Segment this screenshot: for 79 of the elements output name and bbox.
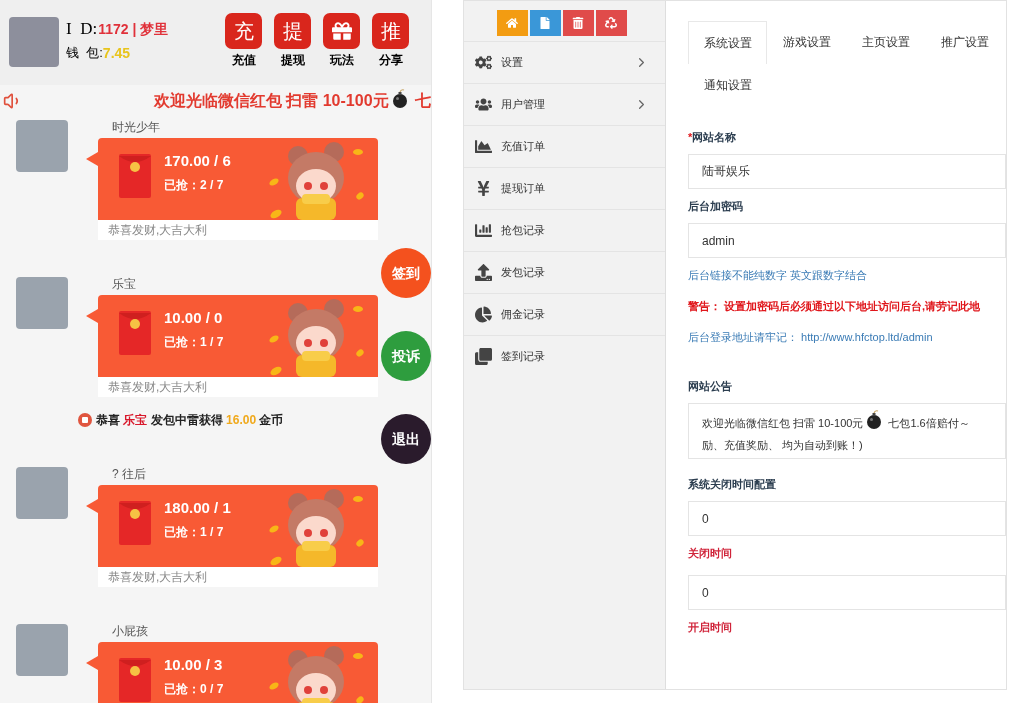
help-text: 开启时间 <box>688 620 733 635</box>
gears-icon <box>474 54 492 71</box>
envelope-icon <box>119 501 151 545</box>
home-button[interactable] <box>496 10 528 36</box>
required-mark: * <box>688 129 693 145</box>
wallet-label: 钱 包: <box>66 44 103 63</box>
grab-count: 已抢：1 / 7 <box>164 334 224 350</box>
help-text: 警告： 设置加密码后必须通过以下地址访问后台,请劳记此地 <box>688 299 982 314</box>
settings-tab[interactable]: 系统设置 <box>688 21 767 64</box>
id-label: I D: <box>66 18 98 41</box>
trash-icon <box>572 17 584 29</box>
packet-amount: 180.00 / 1 <box>164 498 231 518</box>
text-input-field[interactable]: 0 <box>688 575 1006 610</box>
field-label: 系统关闭时间配置 <box>688 477 776 492</box>
sender-name: 小屁孩 <box>112 623 149 640</box>
settings-tab[interactable]: 游戏设置 <box>767 21 846 63</box>
packet-caption: 恭喜发财,大吉大利 <box>98 567 378 587</box>
field-label: 后台加密码 <box>688 199 743 214</box>
sidebar-menu-item[interactable]: 签到记录 <box>464 335 665 377</box>
packet-amount: 10.00 / 3 <box>164 655 224 675</box>
settings-tab[interactable]: 推广设置 <box>925 21 1004 63</box>
sidebar-menu-item[interactable]: 提现订单 <box>464 167 665 209</box>
grab-count: 已抢：0 / 7 <box>164 681 224 697</box>
text-input-field[interactable]: 0 <box>688 501 1006 536</box>
avatar-photo-placeholder <box>16 120 68 172</box>
settings-tab[interactable]: 主页设置 <box>846 21 925 63</box>
envelope-icon <box>119 658 151 702</box>
file-button[interactable] <box>529 10 561 36</box>
packet-amount: 10.00 / 0 <box>164 308 224 328</box>
marquee-text: 欢迎光临微信红包 扫雷 10-100元 七 <box>153 89 431 113</box>
trash-button[interactable] <box>562 10 594 36</box>
home-icon <box>506 17 518 29</box>
avatar-photo-placeholder <box>16 277 68 329</box>
grab-count: 已抢：1 / 7 <box>164 524 225 540</box>
packet-amount: 170.00 / 6 <box>164 151 231 171</box>
sidebar-menu-item[interactable]: 佣金记录 <box>464 293 665 335</box>
recycle-button[interactable] <box>595 10 627 36</box>
sidebar-menu-item[interactable]: 抢包记录 <box>464 209 665 251</box>
avatar-photo-placeholder <box>16 467 68 519</box>
sender-name: 时光少年 <box>112 119 161 136</box>
help-text: 关闭时间 <box>688 546 733 561</box>
announcement-textarea[interactable]: 欢迎光临微信红包 扫雷 10-100元 七包1.6倍赔付～ 励、充值奖励、 均为自动到账！) <box>688 403 1006 459</box>
sender-name: 乐宝 <box>112 276 137 293</box>
avatar-photo-placeholder <box>9 17 59 67</box>
announcement-line: 欢迎光临微信红包 扫雷 10-100元 七包1.6倍赔付～ <box>702 410 1005 434</box>
users-icon <box>474 96 492 113</box>
bar-chart-icon <box>474 222 492 239</box>
avatar-photo-placeholder <box>16 624 68 676</box>
notice-icon <box>78 413 92 427</box>
gift-icon <box>331 21 352 41</box>
wallet-balance: 7.45 <box>102 43 131 63</box>
text-input-field[interactable]: 陆哥娱乐 <box>688 154 1006 189</box>
sidebar-menu-item[interactable]: 发包记录 <box>464 251 665 293</box>
sidebar-menu-item[interactable]: 设置 <box>464 41 665 83</box>
notice-text: 恭喜 乐宝 发包中雷获得 16.00 金币 <box>96 412 284 429</box>
pie-chart-icon <box>474 306 492 323</box>
grab-count: 已抢：2 / 7 <box>164 177 225 193</box>
text-input-field[interactable]: admin <box>688 223 1006 258</box>
field-label: 网站公告 <box>688 379 733 394</box>
upload-icon <box>474 264 492 281</box>
packet-caption: 恭喜发财,大吉大利 <box>98 220 378 240</box>
envelope-icon <box>119 311 151 355</box>
round-side-button[interactable]: 投诉 <box>381 331 431 381</box>
sidebar-menu-item[interactable]: 充值订单 <box>464 125 665 167</box>
help-text: 后台链接不能纯数字 英文跟数字结合 <box>688 268 869 283</box>
settings-tab[interactable]: 通知设置 <box>688 64 767 106</box>
sidebar-menu-item[interactable]: 用户管理 <box>464 83 665 125</box>
sender-name: ? 往后 <box>112 466 147 483</box>
announcement-line: 励、充值奖励、 均为自动到账！) <box>702 438 864 453</box>
file-icon <box>539 17 551 29</box>
recycle-icon <box>605 17 617 29</box>
round-side-button[interactable]: 退出 <box>381 414 431 464</box>
envelope-icon <box>119 154 151 198</box>
windows-icon <box>474 348 492 365</box>
help-text: 后台登录地址请牢记： http://www.hfctop.ltd/admin <box>688 330 934 345</box>
field-label: 网站名称 <box>692 130 737 145</box>
id-value: 1172 | 梦里 <box>98 19 169 39</box>
packet-caption: 恭喜发财,大吉大利 <box>98 377 378 397</box>
area-chart-icon <box>474 138 492 155</box>
